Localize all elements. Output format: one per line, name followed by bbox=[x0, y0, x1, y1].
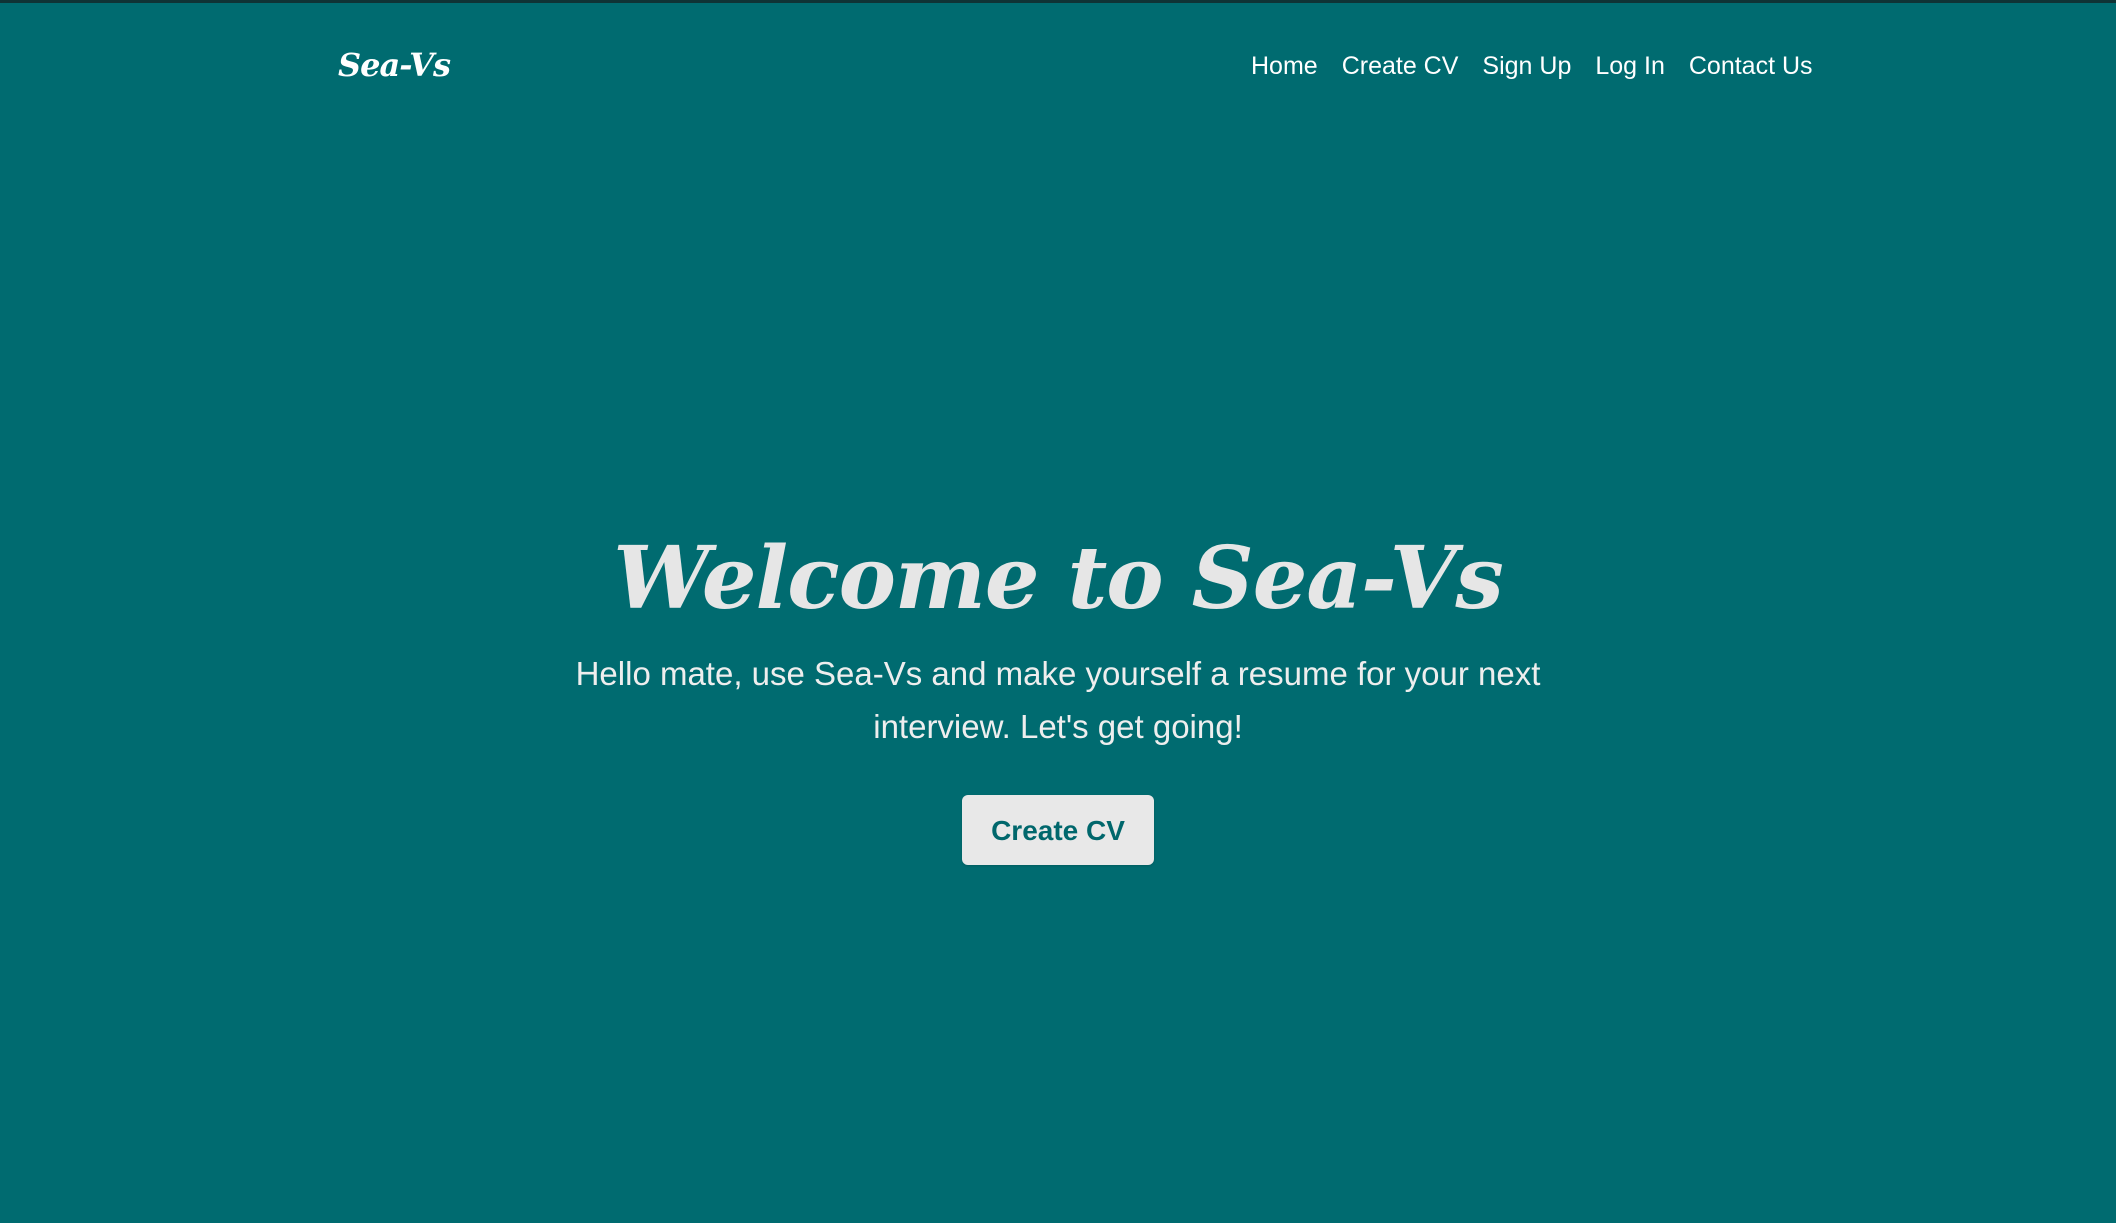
nav-sign-up[interactable]: Sign Up bbox=[1482, 45, 1571, 87]
nav-log-in[interactable]: Log In bbox=[1595, 45, 1665, 87]
nav-contact-us[interactable]: Contact Us bbox=[1689, 45, 1813, 87]
hero-subtitle: Hello mate, use Sea-Vs and make yourself… bbox=[575, 655, 1541, 745]
main-nav: Home Create CV Sign Up Log In Contact Us bbox=[1251, 45, 1813, 87]
create-cv-button[interactable]: Create CV bbox=[962, 795, 1154, 865]
hero-title: Welcome to Sea-Vs bbox=[613, 528, 1504, 629]
hero-section: Welcome to Sea-Vs Hello mate, use Sea-Vs… bbox=[0, 523, 2116, 865]
page-background: Sea-Vs Home Create CV Sign Up Log In Con… bbox=[0, 0, 2116, 1223]
site-logo[interactable]: Sea-Vs bbox=[338, 43, 451, 87]
nav-home[interactable]: Home bbox=[1251, 45, 1318, 87]
nav-create-cv[interactable]: Create CV bbox=[1342, 45, 1459, 87]
